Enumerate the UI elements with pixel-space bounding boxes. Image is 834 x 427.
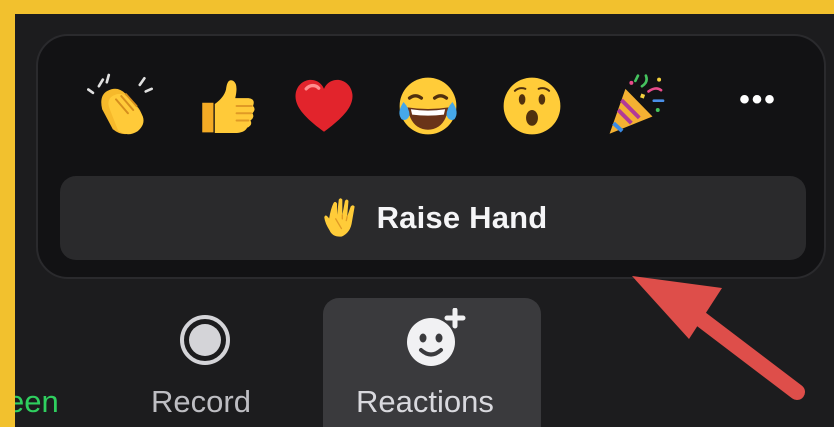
party-popper-reaction-button[interactable] [594,66,674,146]
zoom-window: ••• Raise Hand een Record Reactions [15,14,834,427]
face-with-open-mouth-reaction-button[interactable] [492,66,572,146]
clapping-hands-icon [87,73,153,135]
clapping-hands-reaction-button[interactable] [80,66,160,146]
meeting-toolbar: een Record Reactions [15,284,834,427]
share-screen-button[interactable]: een [15,298,67,427]
red-heart-reaction-button[interactable] [284,66,364,146]
face-with-tears-of-joy-reaction-button[interactable] [388,66,468,146]
thumbs-up-reaction-button[interactable] [186,66,266,146]
raise-hand-label: Raise Hand [376,200,548,235]
more-reactions-button[interactable]: ••• [738,78,778,134]
raise-hand-button[interactable]: Raise Hand [60,176,806,260]
party-popper-icon [609,74,665,134]
share-screen-label: een [15,384,59,419]
raised-hand-icon [319,196,363,240]
face-with-open-mouth-icon [503,77,561,135]
face-with-tears-of-joy-icon [399,77,457,135]
reactions-label: Reactions [356,384,494,419]
record-label: Record [151,384,251,419]
record-button[interactable]: Record [145,298,265,427]
add-reaction-icon [407,308,466,366]
red-heart-icon [295,79,353,132]
reactions-popover: ••• Raise Hand [36,34,826,279]
record-icon [180,315,230,365]
more-reactions-label: ••• [739,83,777,116]
reactions-button[interactable]: Reactions [323,298,541,427]
thumbs-up-icon [202,80,255,134]
emoji-reaction-row: ••• [38,66,824,146]
